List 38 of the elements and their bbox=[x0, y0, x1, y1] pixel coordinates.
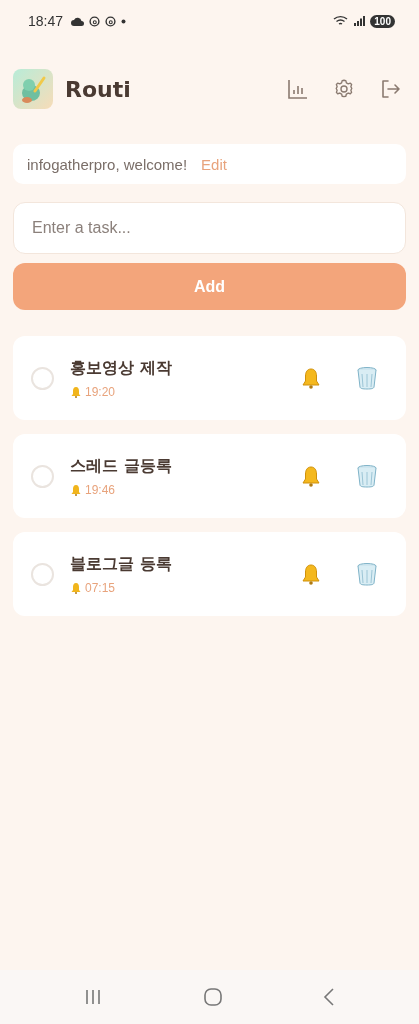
bell-icon[interactable] bbox=[300, 563, 322, 585]
bar-chart-icon[interactable] bbox=[287, 78, 309, 100]
settings-icon[interactable] bbox=[333, 78, 355, 100]
threads-icon bbox=[89, 15, 101, 27]
app-title: Routi bbox=[65, 76, 131, 102]
logout-icon[interactable] bbox=[379, 78, 401, 100]
bell-icon[interactable] bbox=[300, 367, 322, 389]
bell-icon[interactable] bbox=[300, 465, 322, 487]
task-checkbox[interactable] bbox=[31, 366, 54, 390]
home-icon[interactable] bbox=[203, 988, 222, 1006]
bell-icon bbox=[70, 483, 82, 496]
task-title: 스레드 글등록 bbox=[70, 455, 173, 477]
app-logo-icon bbox=[13, 69, 53, 109]
dot-icon bbox=[121, 18, 127, 24]
threads-icon bbox=[105, 15, 117, 27]
back-icon[interactable] bbox=[323, 988, 335, 1006]
bell-icon bbox=[70, 385, 82, 398]
welcome-text: infogatherpro, welcome! bbox=[27, 155, 188, 173]
trash-icon[interactable] bbox=[356, 464, 378, 488]
task-title: 홍보영상 제작 bbox=[70, 357, 173, 379]
trash-icon[interactable] bbox=[356, 366, 378, 390]
cloud-icon bbox=[71, 16, 85, 26]
signal-icon bbox=[354, 16, 366, 26]
task-input-field[interactable]: Enter a task... bbox=[13, 202, 406, 254]
reminder-time: 19:20 bbox=[85, 384, 116, 399]
task-checkbox[interactable] bbox=[31, 562, 54, 586]
task-title: 블로그글 등록 bbox=[70, 553, 173, 575]
edit-link[interactable]: Edit bbox=[201, 155, 227, 173]
battery-level: 100 bbox=[370, 14, 395, 28]
wifi-icon bbox=[333, 15, 350, 27]
reminder-time: 19:46 bbox=[85, 482, 116, 497]
trash-icon[interactable] bbox=[356, 562, 378, 586]
add-button[interactable]: Add bbox=[13, 263, 406, 310]
task-checkbox[interactable] bbox=[31, 464, 54, 488]
recent-apps-icon[interactable] bbox=[84, 989, 102, 1005]
reminder-time: 07:15 bbox=[85, 580, 116, 595]
status-time: 18:47 bbox=[28, 13, 64, 29]
bell-icon bbox=[70, 581, 82, 594]
